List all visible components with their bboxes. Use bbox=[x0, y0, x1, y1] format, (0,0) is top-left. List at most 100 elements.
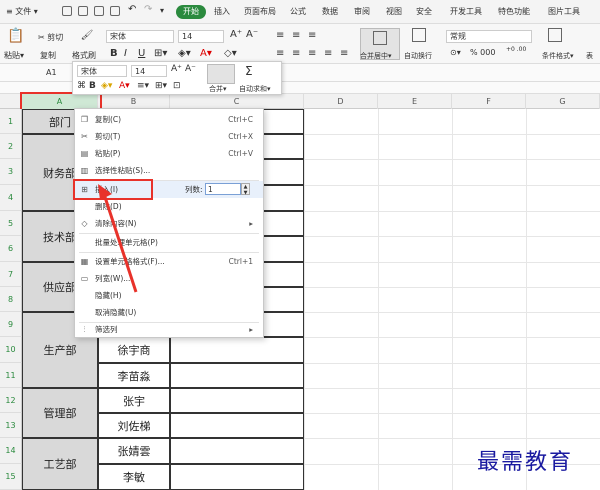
number-format-select[interactable]: 常规 bbox=[446, 30, 532, 43]
italic-icon[interactable]: I bbox=[124, 48, 127, 59]
tab-home[interactable]: 开始 bbox=[176, 5, 206, 19]
column-header-c[interactable]: C bbox=[170, 94, 304, 109]
align-center-icon[interactable]: ≡ bbox=[292, 48, 300, 59]
row-header-4[interactable]: 4 bbox=[0, 185, 22, 211]
tab-page-layout[interactable]: 页面布局 bbox=[244, 6, 276, 17]
name-cell[interactable]: 张婧雲 bbox=[98, 438, 170, 464]
mini-font-color-icon[interactable]: A▾ bbox=[119, 81, 130, 91]
currency-icon[interactable]: ⊙▾ bbox=[450, 48, 461, 57]
row-header-7[interactable]: 7 bbox=[0, 262, 22, 287]
row-header-6[interactable]: 6 bbox=[0, 236, 22, 262]
wrap-text-button[interactable]: 自动换行 bbox=[404, 51, 432, 61]
mini-bold-icon[interactable]: B bbox=[89, 81, 96, 91]
file-menu[interactable]: ≡ 文件 ▾ bbox=[6, 6, 38, 17]
paste-button[interactable]: 粘贴▾ bbox=[4, 50, 24, 61]
mini-merge-button[interactable]: 合并▾ bbox=[209, 84, 227, 94]
row-header-10[interactable]: 10 bbox=[0, 337, 22, 363]
align-left-icon[interactable]: ≡ bbox=[276, 48, 284, 59]
row-header-3[interactable]: 3 bbox=[0, 159, 22, 185]
row-header-5[interactable]: 5 bbox=[0, 211, 22, 236]
increase-decimal-icon[interactable]: +0 .00 bbox=[506, 46, 526, 53]
menu-item-filter-column[interactable]: ⫶ 筛选列 ▸ bbox=[75, 321, 263, 338]
undo-icon[interactable]: ↶ bbox=[128, 4, 136, 15]
conditional-format-button[interactable]: 条件格式▾ bbox=[542, 51, 574, 61]
mini-decrease-font-icon[interactable]: A⁻ bbox=[185, 64, 196, 74]
name-cell[interactable]: 张宇 bbox=[98, 388, 170, 413]
decrease-font-icon[interactable]: A⁻ bbox=[246, 29, 258, 40]
fill-color-icon[interactable]: ◈▾ bbox=[178, 48, 191, 59]
mini-border-icon[interactable]: ⊞▾ bbox=[155, 81, 167, 91]
mini-font-size-select[interactable]: 14 bbox=[131, 65, 167, 77]
column-header-e[interactable]: E bbox=[378, 94, 452, 109]
copy-button[interactable]: 复制 bbox=[40, 50, 56, 61]
insert-count-spinner[interactable]: ▲ ▼ bbox=[241, 183, 250, 196]
merge-center-button[interactable]: 合并居中▾ bbox=[360, 51, 392, 61]
paste-icon[interactable]: 📋 bbox=[7, 28, 24, 44]
print-preview-icon[interactable] bbox=[94, 6, 104, 16]
font-name-select[interactable]: 宋体 bbox=[106, 30, 174, 43]
column-header-d[interactable]: D bbox=[304, 94, 378, 109]
font-color-icon[interactable]: A▾ bbox=[200, 48, 212, 59]
align-right-icon[interactable]: ≡ bbox=[308, 48, 316, 59]
row-header-9[interactable]: 9 bbox=[0, 312, 22, 337]
row-header-2[interactable]: 2 bbox=[0, 134, 22, 159]
align-top-icon[interactable]: ≡ bbox=[276, 30, 284, 41]
table-cell[interactable] bbox=[170, 464, 304, 490]
format-painter-icon[interactable]: 🖌 bbox=[80, 28, 94, 42]
insert-count-input[interactable]: 1 bbox=[205, 183, 241, 195]
distributed-icon[interactable]: ≡ bbox=[340, 48, 348, 59]
mini-autosum-button[interactable]: 自动求和▾ bbox=[239, 84, 271, 94]
dropdown-chevron-icon[interactable]: ▾ bbox=[160, 6, 164, 15]
clear-format-icon[interactable]: ◇▾ bbox=[224, 48, 237, 59]
align-middle-icon[interactable]: ≡ bbox=[292, 30, 300, 41]
mini-font-name-select[interactable]: 宋体 bbox=[77, 65, 127, 77]
mini-format-painter-icon[interactable]: ⌘ bbox=[77, 81, 86, 91]
table-cell[interactable] bbox=[170, 363, 304, 388]
tab-security[interactable]: 安全 bbox=[416, 6, 432, 17]
cut-button[interactable]: ✂ 剪切 bbox=[38, 32, 63, 43]
percent-button[interactable]: % 000 bbox=[470, 48, 495, 57]
mini-align-icon[interactable]: ≡▾ bbox=[137, 81, 149, 91]
row-header-11[interactable]: 11 bbox=[0, 363, 22, 388]
name-cell[interactable]: 李敏 bbox=[98, 464, 170, 490]
row-header-15[interactable]: 15 bbox=[0, 464, 22, 490]
redo-icon[interactable]: ↷ bbox=[144, 4, 152, 15]
tab-data[interactable]: 数据 bbox=[322, 6, 338, 17]
underline-icon[interactable]: U bbox=[138, 48, 145, 59]
dept-cell-craft[interactable]: 工艺部 bbox=[22, 438, 98, 490]
menu-item-copy[interactable]: ❐ 复制(C) Ctrl+C bbox=[75, 111, 263, 128]
name-cell[interactable]: 李苗淼 bbox=[98, 363, 170, 388]
table-style-button[interactable]: 表 bbox=[586, 51, 593, 61]
select-all-corner[interactable] bbox=[0, 94, 22, 109]
mini-increase-font-icon[interactable]: A⁺ bbox=[171, 64, 182, 74]
name-cell[interactable]: 徐宇商 bbox=[98, 337, 170, 363]
export-pdf-icon[interactable] bbox=[110, 6, 120, 16]
tab-view[interactable]: 视图 bbox=[386, 6, 402, 17]
justify-icon[interactable]: ≡ bbox=[324, 48, 332, 59]
menu-item-unhide[interactable]: 取消隐藏(U) bbox=[75, 304, 263, 321]
column-header-g[interactable]: G bbox=[526, 94, 600, 109]
menu-item-cut[interactable]: ✂ 剪切(T) Ctrl+X bbox=[75, 128, 263, 145]
column-header-f[interactable]: F bbox=[452, 94, 526, 109]
dept-cell-management[interactable]: 管理部 bbox=[22, 388, 98, 438]
name-box[interactable]: A1 bbox=[46, 68, 57, 77]
border-icon[interactable]: ⊞▾ bbox=[154, 48, 167, 59]
wrap-text-icon[interactable] bbox=[412, 28, 426, 42]
autosum-icon[interactable]: Σ bbox=[245, 64, 253, 78]
name-cell[interactable]: 刘佐梯 bbox=[98, 413, 170, 438]
conditional-format-icon[interactable] bbox=[548, 28, 562, 42]
tab-special-features[interactable]: 特色功能 bbox=[498, 6, 530, 17]
bold-icon[interactable]: B bbox=[110, 48, 118, 59]
table-cell[interactable] bbox=[170, 337, 304, 363]
row-header-8[interactable]: 8 bbox=[0, 287, 22, 312]
mini-merge-group[interactable] bbox=[207, 64, 235, 84]
column-header-b[interactable]: B bbox=[98, 94, 170, 109]
table-cell[interactable] bbox=[170, 413, 304, 438]
print-icon[interactable] bbox=[78, 6, 88, 16]
tab-insert[interactable]: 插入 bbox=[214, 6, 230, 17]
menu-item-paste[interactable]: ▤ 粘贴(P) Ctrl+V bbox=[75, 145, 263, 162]
increase-font-icon[interactable]: A⁺ bbox=[230, 29, 242, 40]
table-cell[interactable] bbox=[170, 388, 304, 413]
align-bottom-icon[interactable]: ≡ bbox=[308, 30, 316, 41]
row-header-1[interactable]: 1 bbox=[0, 109, 22, 134]
